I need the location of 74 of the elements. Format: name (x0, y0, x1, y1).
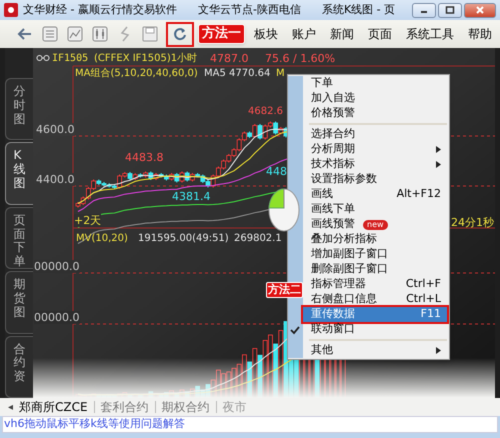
bottom-tab[interactable]: 套利合约 (100, 398, 149, 416)
menu-item[interactable]: 画线预警 new (303, 217, 447, 232)
menu-item[interactable]: 画线 Alt+F12 (303, 187, 447, 202)
price-change: 75.6 / 1.60% (265, 52, 336, 65)
menu-item[interactable]: 加入自选 (303, 91, 447, 106)
maximize-icon (445, 6, 455, 14)
link-icon (36, 54, 50, 62)
menu-item[interactable]: 价格预警 (303, 106, 447, 121)
table-icon[interactable] (40, 25, 58, 43)
minimize-button[interactable] (412, 2, 436, 18)
candlestick-icon[interactable] (90, 25, 108, 43)
menu-item[interactable]: 新闻 (330, 25, 354, 43)
menu-item[interactable]: 增加副图子窗口 (303, 247, 447, 262)
server-label: 文华云节点-陕西电信 (198, 2, 301, 18)
annotation-label: 方法一 (198, 24, 245, 44)
menu-item[interactable]: 选择合约 (303, 127, 447, 142)
refresh-icon[interactable] (171, 25, 189, 43)
price-label: 4381.4 (172, 190, 210, 203)
submenu-arrow-icon (436, 146, 441, 153)
menu-item[interactable]: 右侧盘口信息 Ctrl+L (303, 292, 447, 307)
menu-item[interactable]: 指标管理器 Ctrl+F (303, 277, 447, 292)
volume-label: MV(10,20) (76, 232, 128, 245)
symbol-code: IF1505 (52, 52, 88, 65)
bottom-tab[interactable]: 郑商所CZCE (19, 398, 88, 416)
menu-item[interactable]: 帮助 (468, 25, 492, 43)
menu-item[interactable]: 账户 (292, 25, 316, 43)
side-tab[interactable]: 期货图 (5, 271, 33, 334)
line-chart-icon[interactable] (66, 25, 84, 43)
volume-value: 269802.1 (234, 232, 282, 245)
submenu-arrow-icon (436, 347, 441, 354)
menu-item[interactable]: 系统工具 (406, 25, 454, 43)
maximize-button[interactable] (438, 2, 462, 18)
annotation-label: 方法二 (266, 282, 303, 298)
price-label: 4682.6 (248, 105, 283, 118)
new-badge: new (363, 220, 388, 230)
side-tab[interactable]: 页面下单 (5, 206, 33, 270)
menu-item[interactable]: 分析周期 (303, 142, 447, 157)
menu-item[interactable]: 联动窗口 (303, 322, 447, 337)
axis-tick: 00000.0 (34, 311, 80, 324)
window-title: 文华财经 - 嬴顺云行情交易软件 (23, 2, 177, 18)
axis-tick: 4600.0 (36, 123, 74, 136)
menu-item[interactable]: 画线下单 (303, 202, 447, 217)
menu-item[interactable]: 删除副图子窗口 (303, 262, 447, 277)
price-label: 4483.8 (125, 151, 164, 164)
check-icon (290, 324, 300, 334)
menu-item[interactable]: 叠加分析指标 (303, 232, 447, 247)
last-price: 4787.0 (210, 52, 248, 65)
close-button[interactable] (464, 2, 496, 18)
menu-item[interactable]: 板块 (254, 25, 278, 43)
page-title: 系统K线图 - 页 (322, 2, 396, 18)
ma-value: M (276, 67, 285, 80)
days-label: +2天 (74, 214, 102, 227)
symbol-description: (CFFEX IF1505)1小时 (94, 52, 198, 65)
price-label: 448 (266, 165, 287, 178)
app-logo-icon (4, 3, 18, 17)
axis-tick: 4400.0 (36, 173, 74, 186)
ma5-value: MA5 4770.64 (204, 67, 270, 80)
menu-item[interactable]: 下单 (303, 76, 447, 91)
menu-item[interactable]: 技术指标 (303, 157, 447, 172)
menu-item[interactable]: 重传数据 F11 (303, 307, 447, 322)
menu-item[interactable]: 页面 (368, 25, 392, 43)
volume-value: 191595.00(49:51) (138, 232, 229, 245)
menu-item[interactable]: 其他 (303, 343, 447, 358)
menu-item[interactable]: 设置指标参数 (303, 172, 447, 187)
countdown-timer: 24分1秒 (451, 216, 494, 229)
submenu-arrow-icon (436, 161, 441, 168)
side-tab[interactable]: 合约资 (5, 336, 33, 398)
side-tab[interactable]: K线图 (5, 142, 33, 205)
ma-label: MA组合(5,10,20,40,60,0) (75, 67, 198, 80)
side-tab[interactable]: 分时图 (5, 78, 33, 140)
scroll-left-button[interactable]: ◂ (8, 400, 14, 414)
close-icon (475, 6, 485, 14)
bottom-tab[interactable]: 期权合约 (162, 398, 210, 416)
axis-tick: 00000.0 (34, 260, 80, 273)
